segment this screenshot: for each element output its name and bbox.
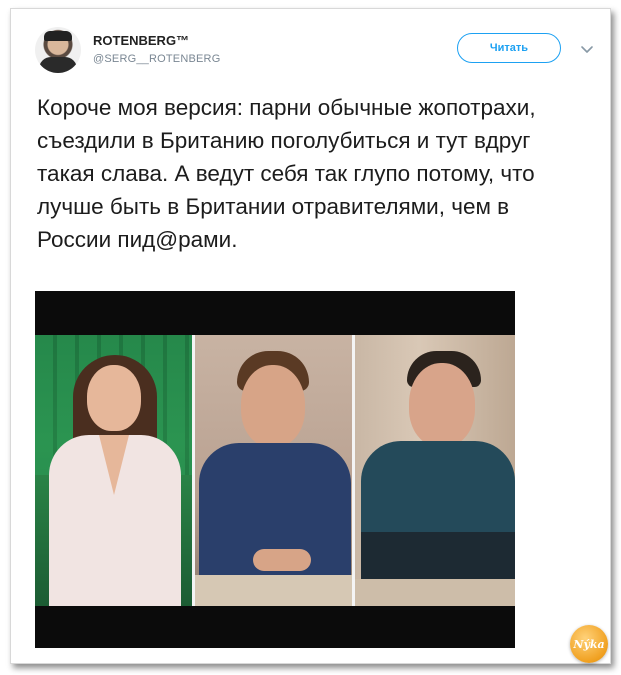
avatar-hat (44, 31, 72, 41)
media-panel-center (195, 335, 352, 606)
avatar[interactable] (35, 27, 81, 73)
user-handle[interactable]: @SERG__ROTENBERG (93, 53, 220, 65)
watermark-logo: Nýka (570, 625, 608, 663)
media-panel-left (35, 335, 192, 606)
tweet-card: ROTENBERG™ @SERG__ROTENBERG Читать Короч… (10, 8, 611, 664)
media-panel-right (355, 335, 515, 606)
display-name[interactable]: ROTENBERG™ (93, 33, 189, 48)
tweet-media-image[interactable] (35, 291, 515, 648)
avatar-coat (39, 57, 77, 73)
chevron-down-icon[interactable] (579, 41, 595, 57)
follow-button[interactable]: Читать (457, 33, 561, 63)
tweet-text: Короче моя версия: парни обычные жопотра… (37, 95, 536, 252)
